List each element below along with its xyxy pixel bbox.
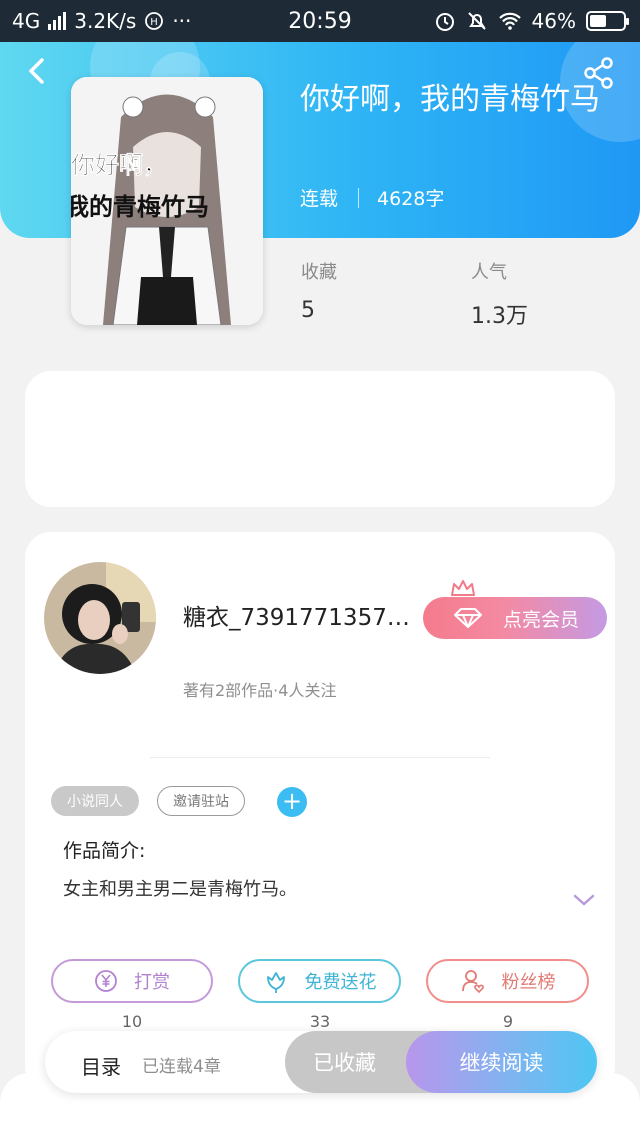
popularity-stat: 人气 1.3万	[471, 258, 528, 330]
flower-count: 33	[309, 1012, 331, 1031]
avatar-image	[44, 562, 156, 674]
battery-percent: 46%	[531, 9, 576, 33]
wifi-icon	[498, 12, 521, 30]
toc-button[interactable]: 目录	[81, 1051, 121, 1080]
favorites-label: 收藏	[301, 262, 337, 283]
book-meta: 连载 4628字	[300, 184, 444, 211]
popularity-label: 人气	[471, 262, 507, 283]
send-flower-label: 免费送花	[304, 972, 377, 993]
battery-icon	[586, 11, 629, 31]
fan-ranking-button[interactable]: 粉丝榜	[426, 959, 589, 1003]
bottom-action-bar: 目录 已连载4章 已收藏 继续阅读	[45, 1031, 597, 1093]
yen-icon	[95, 970, 117, 992]
continue-reading-button[interactable]: 继续阅读	[406, 1031, 597, 1093]
light-vip-button[interactable]: 点亮会员	[423, 597, 607, 639]
send-flower-button[interactable]: 免费送花	[238, 959, 401, 1003]
status-right: 46%	[434, 9, 629, 33]
intro-label: 作品简介:	[63, 840, 146, 862]
status-bar: 4G 3.2K/s H ··· 20:59 46%	[0, 0, 640, 42]
avatar[interactable]	[44, 562, 156, 674]
tag-fanfic[interactable]: 小说同人	[51, 786, 139, 816]
book-title: 你好啊，我的青梅竹马	[300, 82, 600, 117]
chevron-down-icon[interactable]	[572, 892, 596, 908]
word-count: 4628字	[377, 188, 445, 210]
cover-title-line2: 我的青梅竹马	[71, 193, 209, 221]
author-name[interactable]: 糖衣_7391771357…	[183, 598, 415, 632]
intro-text: 女主和男主男二是青梅竹马。	[63, 879, 297, 900]
add-tag-button[interactable]: +	[277, 787, 307, 817]
alarm-icon	[435, 13, 454, 31]
reward-button[interactable]: 打赏	[51, 959, 213, 1003]
book-cover[interactable]: 你好啊， 我的青梅竹马	[71, 77, 263, 325]
diamond-icon	[454, 608, 482, 628]
reward-label: 打赏	[134, 972, 170, 993]
popularity-value: 1.3万	[471, 304, 528, 329]
serial-status: 连载	[300, 188, 339, 210]
favorites-value: 5	[301, 298, 315, 323]
tag-invite[interactable]: 邀请驻站	[157, 786, 245, 816]
favorites-stat: 收藏 5	[301, 258, 337, 323]
fan-ranking-label: 粉丝榜	[501, 972, 556, 993]
fan-user-icon	[461, 970, 484, 994]
fan-count: 9	[502, 1012, 514, 1031]
divider	[150, 757, 490, 758]
back-icon[interactable]	[20, 54, 54, 88]
flower-icon	[266, 972, 285, 993]
chapter-count: 已连载4章	[142, 1057, 221, 1077]
blank-card	[25, 371, 615, 507]
cover-title-line1: 你好啊，	[71, 151, 167, 180]
mute-bell-icon	[467, 12, 486, 30]
crown-icon	[451, 580, 475, 596]
vip-button-label: 点亮会员	[502, 608, 579, 631]
meta-divider	[358, 187, 360, 208]
author-works: 著有2部作品·4人关注	[183, 681, 337, 700]
reward-count: 10	[121, 1012, 143, 1031]
